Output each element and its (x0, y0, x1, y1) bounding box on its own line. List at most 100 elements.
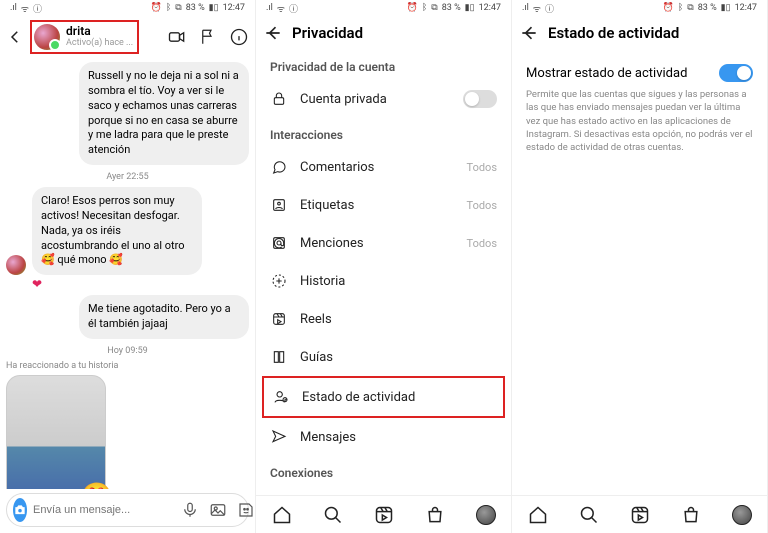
gallery-icon[interactable] (209, 501, 227, 519)
nfc-icon: ⓘ (289, 2, 298, 15)
mentions-value: Todos (467, 237, 497, 250)
clock: 12:47 (479, 3, 501, 13)
tab-search-icon[interactable] (578, 504, 600, 526)
story-reaction-emoji: 😍 (81, 482, 113, 489)
signal-icon: .ıl (522, 3, 529, 13)
bt-icon: ᛒ (422, 3, 427, 13)
status-bar: .ıl ᯤ ⓘ ⏰ ᛒ ⧉ 83 % ▮▯ 12:47 (0, 0, 255, 16)
battery-pct: 83 % (186, 3, 205, 13)
messages-row[interactable]: Mensajes (256, 418, 511, 456)
page-title: Privacidad (292, 24, 505, 42)
message-outgoing[interactable]: Me tiene agotadito. Pero yo a él también… (6, 295, 249, 339)
activity-status-description: Permite que las cuentas que sigues y las… (512, 88, 767, 154)
story-reaction-label: Ha reaccionado a tu historia (6, 361, 249, 371)
activity-status-icon (272, 388, 290, 406)
tab-profile-icon[interactable] (475, 504, 497, 526)
battery-pct: 83 % (698, 3, 717, 13)
story-label: Historia (300, 274, 497, 289)
activity-status-label: Estado de actividad (302, 390, 495, 405)
alarm-icon: ⏰ (407, 3, 418, 13)
message-text: Claro! Esos perros son muy activos! Nece… (32, 187, 202, 275)
tab-home-icon[interactable] (271, 504, 293, 526)
activity-status-row[interactable]: Estado de actividad (264, 378, 503, 416)
privacy-header: Privacidad (256, 16, 511, 50)
section-interactions: Interacciones (256, 118, 511, 148)
user-avatar[interactable] (34, 24, 60, 50)
story-row[interactable]: Historia (256, 262, 511, 300)
comments-row[interactable]: Comentarios Todos (256, 148, 511, 186)
private-account-row[interactable]: Cuenta privada (256, 80, 511, 118)
story-thumbnail[interactable]: 😍 (6, 375, 106, 489)
story-reaction[interactable]: 😍 (6, 375, 249, 489)
flag-icon[interactable] (199, 28, 217, 46)
show-activity-status-toggle[interactable] (719, 64, 753, 82)
activity-status-screen: .ıl ᯤ ⓘ ⏰ ᛒ ⧉ 83 % ▮▯ 12:47 Estado de ac… (512, 0, 768, 533)
tags-row[interactable]: Etiquetas Todos (256, 186, 511, 224)
heart-reaction-icon[interactable]: ❤ (32, 277, 249, 291)
chat-user-box[interactable]: drita Activo(a) hace ... (30, 20, 139, 54)
tab-search-icon[interactable] (322, 504, 344, 526)
tab-reels-icon[interactable] (373, 504, 395, 526)
time-separator: Ayer 22:55 (6, 172, 249, 182)
reels-row[interactable]: Reels (256, 300, 511, 338)
signal-icon: .ıl (266, 3, 273, 13)
tab-reels-icon[interactable] (629, 504, 651, 526)
mic-icon[interactable] (181, 501, 199, 519)
message-outgoing[interactable]: Russell y no le deja ni a sol ni a sombr… (6, 62, 249, 165)
guides-label: Guías (300, 350, 497, 365)
sticker-icon[interactable] (237, 501, 255, 519)
battery-icon: ▮▯ (721, 3, 731, 13)
tab-bar (512, 495, 767, 533)
nfc-icon: ⧉ (687, 3, 693, 13)
tags-value: Todos (467, 199, 497, 212)
video-call-icon[interactable] (167, 27, 187, 47)
nfc-icon: ⧉ (175, 3, 181, 13)
tab-shop-icon[interactable] (424, 504, 446, 526)
sender-avatar[interactable] (6, 255, 26, 275)
page-title: Estado de actividad (548, 24, 761, 42)
chat-input-bar (6, 493, 249, 527)
message-incoming[interactable]: Claro! Esos perros son muy activos! Nece… (6, 187, 249, 275)
activity-status-highlight: Estado de actividad (262, 376, 505, 418)
status-bar: .ıl ᯤ ⓘ ⏰ ᛒ ⧉ 83 % ▮▯ 12:47 (512, 0, 767, 16)
tab-home-icon[interactable] (527, 504, 549, 526)
chat-screen: .ıl ᯤ ⓘ ⏰ ᛒ ⧉ 83 % ▮▯ 12:47 drita Activo… (0, 0, 256, 533)
show-activity-status-row[interactable]: Mostrar estado de actividad (512, 50, 767, 88)
chat-body: Russell y no le deja ni a sol ni a sombr… (0, 60, 255, 489)
show-activity-status-label: Mostrar estado de actividad (526, 66, 719, 81)
messages-label: Mensajes (300, 430, 497, 445)
nfc-icon: ⓘ (33, 2, 42, 15)
tab-shop-icon[interactable] (680, 504, 702, 526)
tab-profile-icon[interactable] (731, 504, 753, 526)
guides-row[interactable]: Guías (256, 338, 511, 376)
back-arrow-icon[interactable] (262, 22, 284, 44)
back-arrow-icon[interactable] (518, 22, 540, 44)
tab-bar (256, 495, 511, 533)
private-account-toggle[interactable] (463, 90, 497, 108)
comments-value: Todos (467, 161, 497, 174)
private-account-label: Cuenta privada (300, 92, 451, 107)
messages-icon (270, 428, 288, 446)
chat-header: drita Activo(a) hace ... (0, 16, 255, 60)
status-bar: .ıl ᯤ ⓘ ⏰ ᛒ ⧉ 83 % ▮▯ 12:47 (256, 0, 511, 16)
section-account-privacy: Privacidad de la cuenta (256, 50, 511, 80)
wifi-icon: ᯤ (533, 2, 541, 15)
bt-icon: ᛒ (678, 3, 683, 13)
tag-icon (270, 196, 288, 214)
mentions-row[interactable]: Menciones Todos (256, 224, 511, 262)
chat-user-status: Activo(a) hace ... (66, 39, 133, 49)
camera-button[interactable] (13, 498, 27, 522)
guides-icon (270, 348, 288, 366)
mention-icon (270, 234, 288, 252)
message-input[interactable] (33, 504, 175, 516)
info-icon[interactable] (229, 27, 249, 47)
message-text: Russell y no le deja ni a sol ni a sombr… (79, 62, 249, 165)
tags-label: Etiquetas (300, 198, 455, 213)
message-text: Me tiene agotadito. Pero yo a él también… (79, 295, 249, 339)
section-connections: Conexiones (256, 456, 511, 486)
alarm-icon: ⏰ (151, 3, 162, 13)
back-arrow-icon[interactable] (6, 28, 24, 46)
activity-header: Estado de actividad (512, 16, 767, 50)
clock: 12:47 (735, 3, 757, 13)
time-separator: Hoy 09:59 (6, 346, 249, 356)
